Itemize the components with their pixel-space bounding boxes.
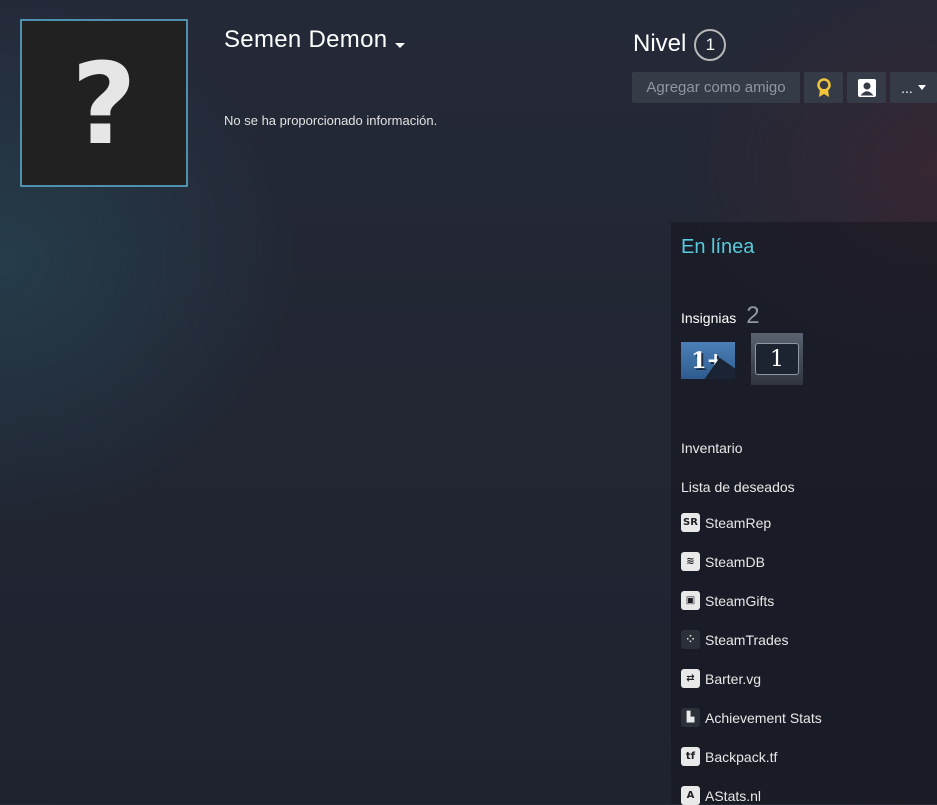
wishlist-link[interactable]: Lista de deseados	[681, 479, 795, 495]
chevron-down-icon	[395, 42, 406, 48]
external-link-label: SteamDB	[705, 553, 765, 570]
backpacktf-icon: tf	[681, 747, 700, 766]
persona-name-dropdown[interactable]: Semen Demon	[224, 26, 406, 54]
external-link-label: SteamRep	[705, 514, 772, 531]
external-link-label: Backpack.tf	[705, 748, 778, 765]
online-status: En línea	[681, 236, 755, 258]
steamrep-icon: SR	[681, 513, 700, 532]
steamgifts-icon: ▣	[681, 591, 700, 610]
achievement-stats-icon: ▙	[681, 708, 700, 727]
badge-glyph: 1	[755, 343, 799, 375]
astats-icon: A	[681, 786, 700, 805]
more-actions-button[interactable]: ...	[890, 72, 937, 103]
add-friend-button[interactable]: Agregar como amigo	[632, 72, 800, 103]
persona-name: Semen Demon	[224, 26, 388, 53]
steamgifts-link[interactable]: ▣ SteamGifts	[681, 591, 774, 610]
backpacktf-link[interactable]: tf Backpack.tf	[681, 747, 777, 766]
external-link-label: Achievement Stats	[705, 709, 822, 726]
steamdb-link[interactable]: ≋ SteamDB	[681, 552, 765, 571]
external-link-label: SteamGifts	[705, 592, 775, 609]
steamtrades-icon: ⁘	[681, 630, 700, 649]
profile-actions: Agregar como amigo ...	[632, 72, 937, 103]
avatar[interactable]: ?	[20, 19, 188, 187]
avatar-placeholder-icon: ?	[71, 40, 137, 170]
badge-years-of-service[interactable]: 1+	[681, 342, 735, 379]
level-section: Nivel 1	[633, 26, 727, 61]
astats-link[interactable]: A AStats.nl	[681, 786, 761, 805]
award-button[interactable]	[804, 72, 843, 103]
steamtrades-link[interactable]: ⁘ SteamTrades	[681, 630, 789, 649]
badges-count: 2	[746, 302, 760, 329]
badges-label: Insignias	[681, 310, 737, 326]
steamrep-link[interactable]: SR SteamRep	[681, 513, 771, 532]
inventory-link[interactable]: Inventario	[681, 440, 742, 456]
external-link-label: AStats.nl	[705, 787, 762, 804]
level-label: Nivel	[633, 29, 687, 57]
achievement-stats-link[interactable]: ▙ Achievement Stats	[681, 708, 822, 727]
steamdb-icon: ≋	[681, 552, 700, 571]
profile-card-button[interactable]	[847, 72, 886, 103]
level-badge[interactable]: 1	[694, 29, 727, 61]
badge-level-one[interactable]: 1	[751, 333, 803, 385]
external-link-label: SteamTrades	[705, 631, 789, 648]
barter-icon: ⇄	[681, 669, 700, 688]
award-icon	[816, 77, 831, 97]
badge-glyph: 1+	[691, 347, 725, 374]
user-icon	[857, 78, 876, 97]
right-column: En línea Insignias 2 1+ 1 Inventario Lis…	[671, 222, 937, 805]
bartervg-link[interactable]: ⇄ Barter.vg	[681, 669, 761, 688]
external-link-label: Barter.vg	[705, 670, 762, 687]
more-label: ...	[901, 79, 913, 96]
badges-link[interactable]: Insignias 2	[681, 302, 760, 330]
chevron-down-icon	[917, 85, 926, 90]
profile-summary: No se ha proporcionado información.	[224, 113, 438, 128]
